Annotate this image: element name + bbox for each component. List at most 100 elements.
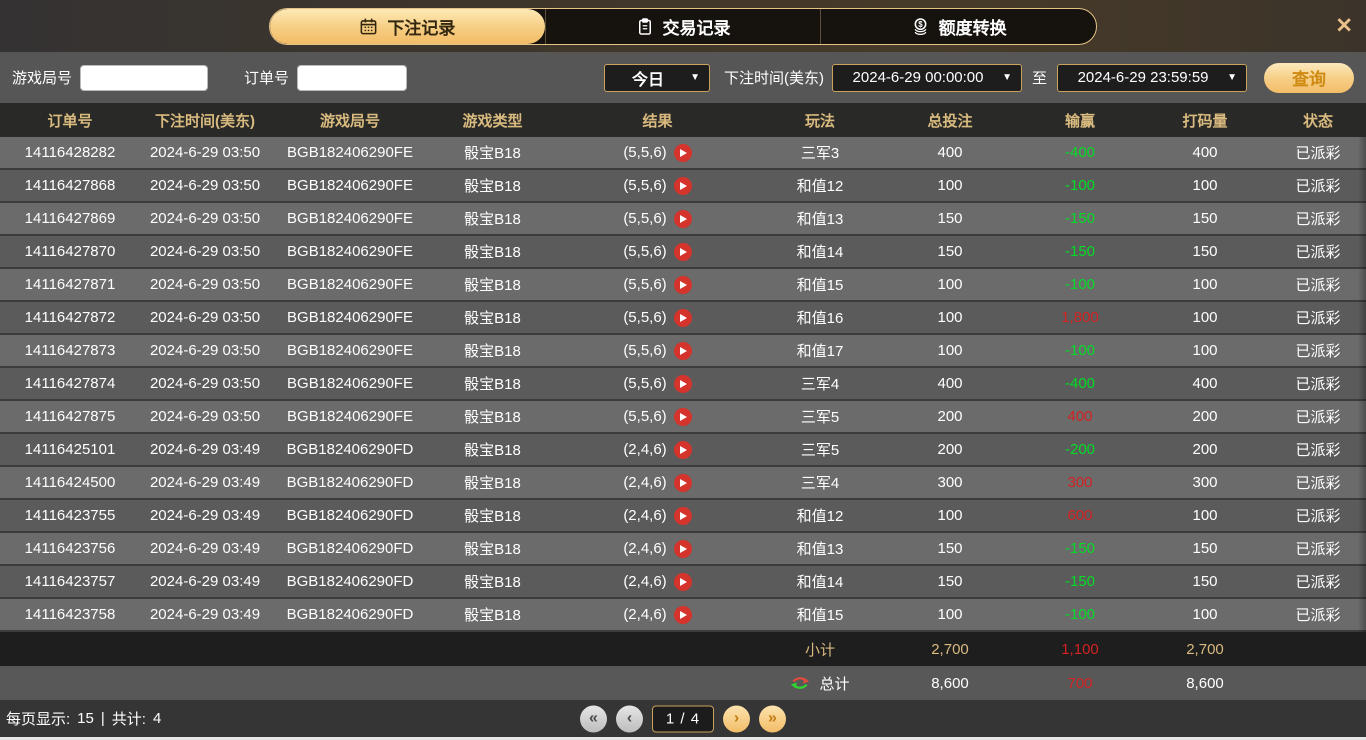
chevron-down-icon: ▼ xyxy=(1002,72,1012,83)
cell-game-type: 骰宝B18 xyxy=(430,274,555,295)
cell-round-id: BGB182406290FE xyxy=(270,342,430,359)
cell-total-bet: 100 xyxy=(880,606,1020,623)
cell-order-id: 14116427873 xyxy=(0,342,140,359)
cell-order-id: 14116427870 xyxy=(0,243,140,260)
replay-play-icon[interactable] xyxy=(674,573,692,591)
date-preset-dropdown[interactable]: 今日 ▼ xyxy=(604,64,710,92)
cell-total-bet: 300 xyxy=(880,474,1020,491)
cell-round-id: BGB182406290FD xyxy=(270,507,430,524)
cell-status: 已派彩 xyxy=(1270,538,1366,559)
replay-play-icon[interactable] xyxy=(674,210,692,228)
cell-win-loss: -100 xyxy=(1020,342,1140,359)
replay-play-icon[interactable] xyxy=(674,342,692,360)
prev-page-button[interactable]: ‹ xyxy=(616,705,643,732)
cell-play: 三军3 xyxy=(760,142,880,163)
tab-bet-records[interactable]: 下注记录 xyxy=(270,9,545,44)
topbar: 下注记录 交易记录 $ xyxy=(0,0,1366,52)
cell-result: (5,5,6) xyxy=(555,210,760,228)
column-header-result: 结果 xyxy=(555,110,760,131)
cell-result: (2,4,6) xyxy=(555,606,760,624)
cell-play: 三军5 xyxy=(760,439,880,460)
game-round-input[interactable] xyxy=(80,65,208,91)
cell-order-id: 14116427868 xyxy=(0,177,140,194)
cell-order-id: 14116428282 xyxy=(0,144,140,161)
chevron-down-icon: ▼ xyxy=(690,72,700,83)
order-id-label: 订单号 xyxy=(244,67,289,88)
cell-result: (5,5,6) xyxy=(555,309,760,327)
cell-status: 已派彩 xyxy=(1270,406,1366,427)
to-label: 至 xyxy=(1032,67,1047,88)
replay-play-icon[interactable] xyxy=(674,309,692,327)
last-page-button[interactable]: » xyxy=(759,705,786,732)
cell-order-id: 14116427872 xyxy=(0,309,140,326)
cell-round-id: BGB182406290FE xyxy=(270,408,430,425)
result-value: (5,5,6) xyxy=(623,408,666,425)
subtotal-win-loss: 1,100 xyxy=(1020,641,1140,658)
replay-play-icon[interactable] xyxy=(674,606,692,624)
date-to-dropdown[interactable]: 2024-6-29 23:59:59 ▼ xyxy=(1057,64,1247,92)
per-page-label: 每页显示: xyxy=(6,708,70,729)
cell-turnover: 150 xyxy=(1140,210,1270,227)
replay-play-icon[interactable] xyxy=(674,540,692,558)
cell-total-bet: 150 xyxy=(880,210,1020,227)
replay-play-icon[interactable] xyxy=(674,507,692,525)
bet-time-label: 下注时间(美东) xyxy=(724,67,824,88)
tab-transaction-records[interactable]: 交易记录 xyxy=(545,9,821,44)
cell-status: 已派彩 xyxy=(1270,604,1366,625)
cell-round-id: BGB182406290FD xyxy=(270,540,430,557)
replay-play-icon[interactable] xyxy=(674,144,692,162)
first-page-button[interactable]: « xyxy=(580,705,607,732)
cell-play: 和值13 xyxy=(760,538,880,559)
cell-total-bet: 100 xyxy=(880,507,1020,524)
cell-order-id: 14116425101 xyxy=(0,441,140,458)
total-pages-label: 共计: xyxy=(112,708,146,729)
exchange-arrows-icon[interactable] xyxy=(790,673,810,693)
next-page-button[interactable]: › xyxy=(723,705,750,732)
cell-play: 和值12 xyxy=(760,505,880,526)
page-indicator[interactable]: 1 / 4 xyxy=(652,705,714,732)
replay-play-icon[interactable] xyxy=(674,375,692,393)
replay-play-icon[interactable] xyxy=(674,177,692,195)
replay-play-icon[interactable] xyxy=(674,276,692,294)
column-header-bet-time: 下注时间(美东) xyxy=(140,110,270,131)
order-id-input[interactable] xyxy=(297,65,407,91)
cell-win-loss: 300 xyxy=(1020,474,1140,491)
cell-total-bet: 100 xyxy=(880,342,1020,359)
cell-game-type: 骰宝B18 xyxy=(430,175,555,196)
cell-round-id: BGB182406290FE xyxy=(270,276,430,293)
cell-game-type: 骰宝B18 xyxy=(430,406,555,427)
cell-status: 已派彩 xyxy=(1270,274,1366,295)
cell-game-type: 骰宝B18 xyxy=(430,439,555,460)
cell-turnover: 300 xyxy=(1140,474,1270,491)
cell-game-type: 骰宝B18 xyxy=(430,373,555,394)
cell-result: (5,5,6) xyxy=(555,408,760,426)
column-header-total-bet: 总投注 xyxy=(880,110,1020,131)
cell-order-id: 14116423757 xyxy=(0,573,140,590)
replay-play-icon[interactable] xyxy=(674,441,692,459)
scrollbar[interactable] xyxy=(1358,137,1366,632)
cell-win-loss: -150 xyxy=(1020,210,1140,227)
cell-bet-time: 2024-6-29 03:50 xyxy=(140,210,270,227)
cell-turnover: 100 xyxy=(1140,342,1270,359)
replay-play-icon[interactable] xyxy=(674,474,692,492)
result-value: (5,5,6) xyxy=(623,309,666,326)
cell-play: 和值13 xyxy=(760,208,880,229)
replay-play-icon[interactable] xyxy=(674,243,692,261)
cell-play: 和值16 xyxy=(760,307,880,328)
tab-quota-conversion[interactable]: $ 额度转换 xyxy=(820,9,1096,44)
date-from-dropdown[interactable]: 2024-6-29 00:00:00 ▼ xyxy=(832,64,1022,92)
replay-play-icon[interactable] xyxy=(674,408,692,426)
result-value: (2,4,6) xyxy=(623,441,666,458)
cell-round-id: BGB182406290FE xyxy=(270,144,430,161)
cell-game-type: 骰宝B18 xyxy=(430,307,555,328)
cell-result: (5,5,6) xyxy=(555,177,760,195)
cell-game-type: 骰宝B18 xyxy=(430,142,555,163)
page-info-separator: | xyxy=(101,710,105,727)
search-button[interactable]: 查询 xyxy=(1264,63,1354,93)
cell-status: 已派彩 xyxy=(1270,208,1366,229)
cell-turnover: 400 xyxy=(1140,375,1270,392)
cell-game-type: 骰宝B18 xyxy=(430,571,555,592)
close-icon[interactable]: ✕ xyxy=(1335,16,1353,37)
cell-play: 和值12 xyxy=(760,175,880,196)
cell-turnover: 200 xyxy=(1140,408,1270,425)
